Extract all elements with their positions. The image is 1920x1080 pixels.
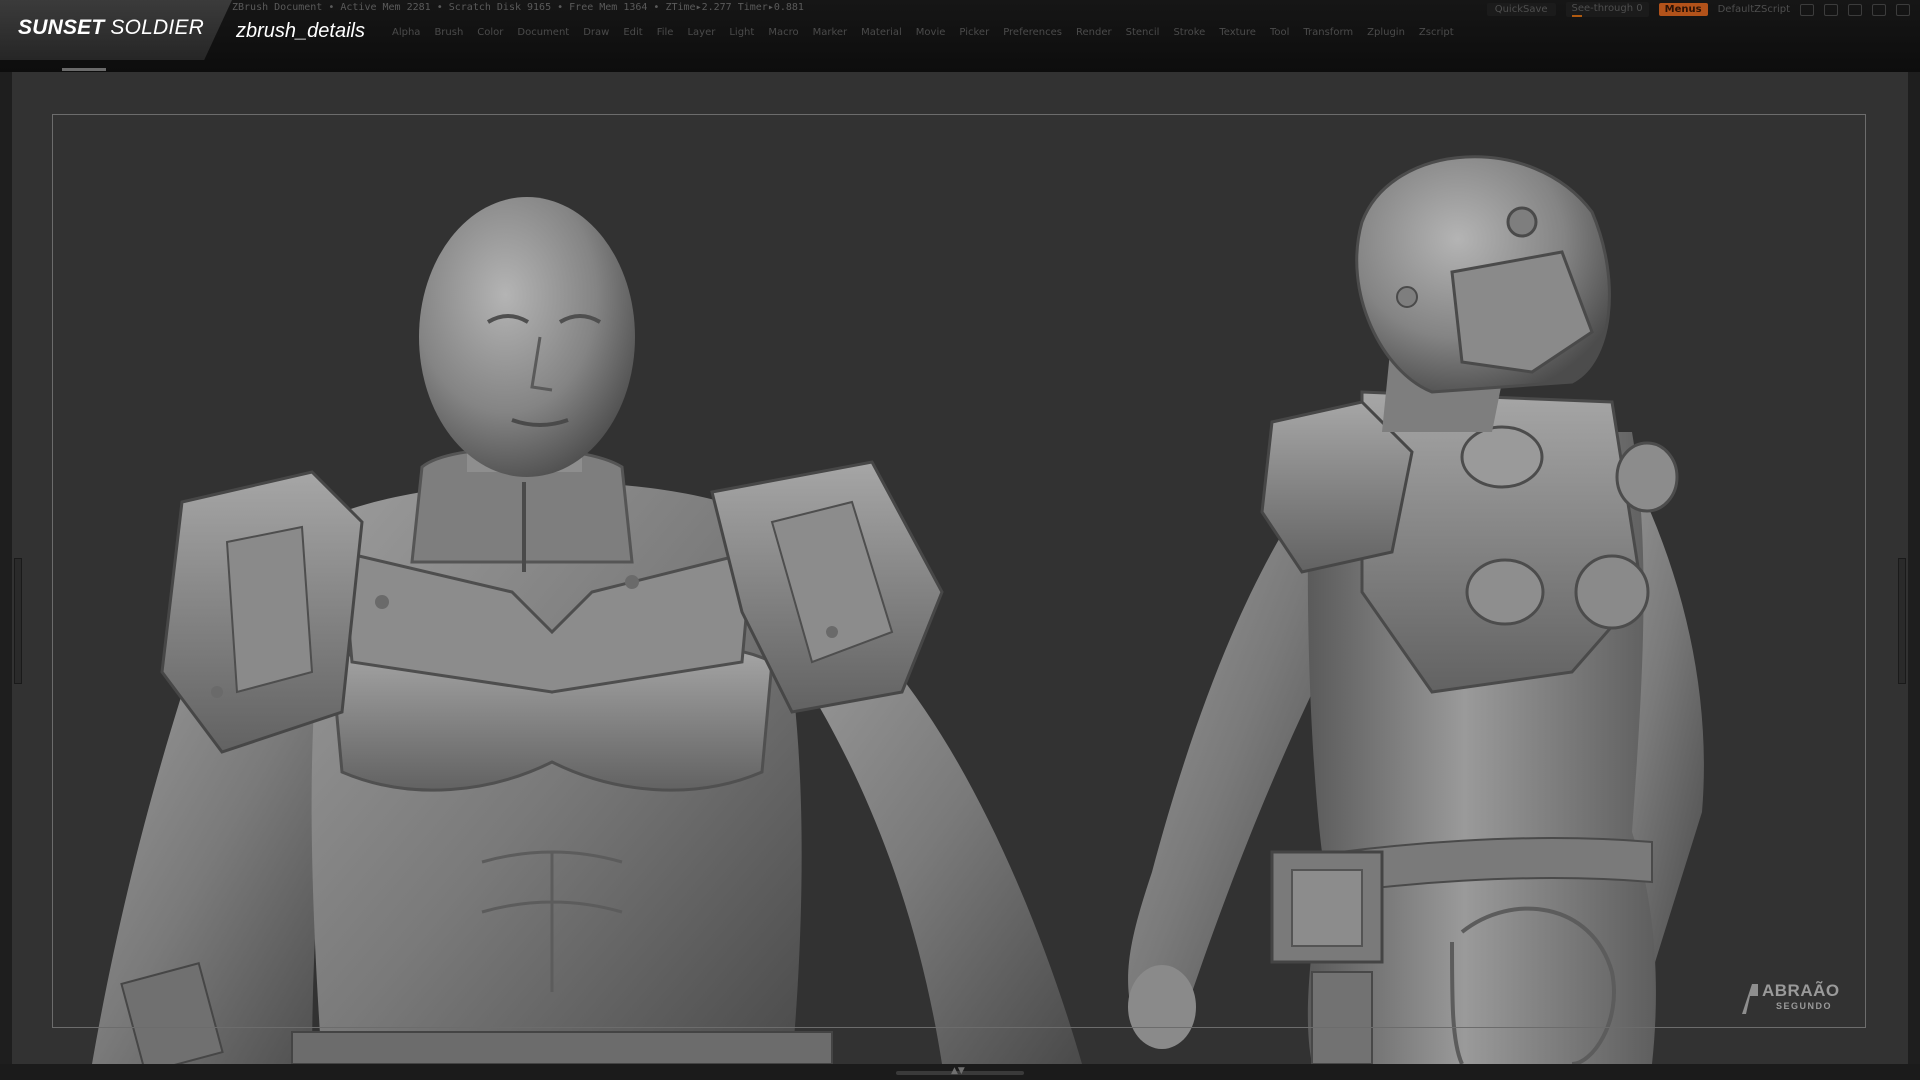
back-cylinder-shoulder	[1615, 441, 1679, 513]
back-thigh-pouch	[1311, 971, 1373, 1064]
back-cylinder-mid-right	[1574, 554, 1650, 630]
front-head	[419, 197, 635, 477]
menu-item-brush[interactable]: Brush	[434, 27, 463, 38]
brand-title-bold: SUNSET	[18, 16, 105, 39]
canvas-viewport[interactable]: ABRAÃO SEGUNDO	[12, 72, 1908, 1064]
quicksave-button[interactable]: QuickSave	[1486, 3, 1556, 16]
front-figure[interactable]	[92, 197, 1082, 1064]
status-line: ZBrush Document • Active Mem 2281 • Scra…	[232, 2, 804, 13]
front-rivet	[826, 626, 838, 638]
right-controls: QuickSave See-through 0 Menus DefaultZSc…	[1486, 2, 1910, 17]
maximize-icon[interactable]	[1872, 3, 1886, 16]
see-through-slider[interactable]: See-through 0	[1565, 2, 1649, 17]
brand-title-light: SOLDIER	[104, 16, 205, 39]
palette-icon[interactable]	[1824, 3, 1838, 16]
back-helmet-port	[1506, 206, 1538, 238]
see-through-label: See-through	[1571, 3, 1634, 14]
left-tray-handle[interactable]	[14, 558, 22, 684]
layout-icon[interactable]	[1800, 3, 1814, 16]
front-rivet	[211, 686, 223, 698]
menu-item-alpha[interactable]: Alpha	[392, 27, 420, 38]
menu-item-material[interactable]: Material	[861, 27, 902, 38]
title-tab: SUNSET SOLDIER	[0, 0, 232, 60]
document-title: zbrush_details	[236, 20, 365, 42]
brand-title: SUNSET SOLDIER	[18, 16, 204, 40]
top-bar: SUNSET SOLDIER zbrush_details ZBrush Doc…	[0, 0, 1920, 72]
back-helmet-port-small	[1396, 286, 1418, 308]
menu-item-render[interactable]: Render	[1076, 27, 1112, 38]
watermark-line1: ABRAÃO	[1762, 981, 1840, 1000]
back-cylinder-mid-left	[1465, 558, 1545, 626]
see-through-value: 0	[1636, 3, 1643, 14]
menu-item-preferences[interactable]: Preferences	[1003, 27, 1062, 38]
menu-item-edit[interactable]: Edit	[623, 27, 642, 38]
active-tab-indicator	[62, 68, 106, 71]
front-rivet	[375, 595, 389, 609]
menu-item-light[interactable]: Light	[729, 27, 754, 38]
main-menu-bar: Alpha Brush Color Document Draw Edit File Layer…	[392, 27, 1454, 38]
front-left-shoulder-pad-inner	[225, 525, 314, 694]
front-rivet	[625, 575, 639, 589]
menu-item-color[interactable]: Color	[477, 27, 503, 38]
bottom-tray-arrow-icon[interactable]: ▲▼	[951, 1066, 965, 1076]
back-cylinder-top	[1460, 425, 1544, 489]
menus-button[interactable]: Menus	[1658, 3, 1708, 16]
menu-item-zscript[interactable]: Zscript	[1419, 27, 1454, 38]
watermark: ABRAÃO SEGUNDO	[1740, 980, 1860, 1020]
menu-item-draw[interactable]: Draw	[583, 27, 609, 38]
menu-item-picker[interactable]: Picker	[959, 27, 989, 38]
menu-item-stencil[interactable]: Stencil	[1126, 27, 1160, 38]
menu-item-tool[interactable]: Tool	[1270, 27, 1289, 38]
menu-item-zplugin[interactable]: Zplugin	[1367, 27, 1405, 38]
back-hand	[1128, 965, 1196, 1049]
back-pouch-inner	[1291, 869, 1363, 947]
menu-item-stroke[interactable]: Stroke	[1173, 27, 1205, 38]
menu-item-document[interactable]: Document	[517, 27, 569, 38]
close-icon[interactable]	[1896, 3, 1910, 16]
see-through-slider-fill	[1571, 15, 1582, 17]
menu-item-transform[interactable]: Transform	[1303, 27, 1353, 38]
front-belt	[291, 1031, 833, 1064]
menu-item-layer[interactable]: Layer	[687, 27, 715, 38]
watermark-line2: SEGUNDO	[1776, 1001, 1833, 1011]
menu-item-marker[interactable]: Marker	[813, 27, 848, 38]
menu-item-movie[interactable]: Movie	[916, 27, 946, 38]
script-label[interactable]: DefaultZScript	[1718, 4, 1790, 15]
back-figure[interactable]	[1128, 155, 1704, 1064]
right-tray-handle[interactable]	[1898, 558, 1906, 684]
sculpt-render[interactable]	[12, 72, 1908, 1064]
minimize-icon[interactable]	[1848, 3, 1862, 16]
menu-item-file[interactable]: File	[657, 27, 674, 38]
watermark-logo-icon	[1742, 984, 1758, 1014]
menu-item-texture[interactable]: Texture	[1219, 27, 1256, 38]
menu-item-macro[interactable]: Macro	[768, 27, 798, 38]
